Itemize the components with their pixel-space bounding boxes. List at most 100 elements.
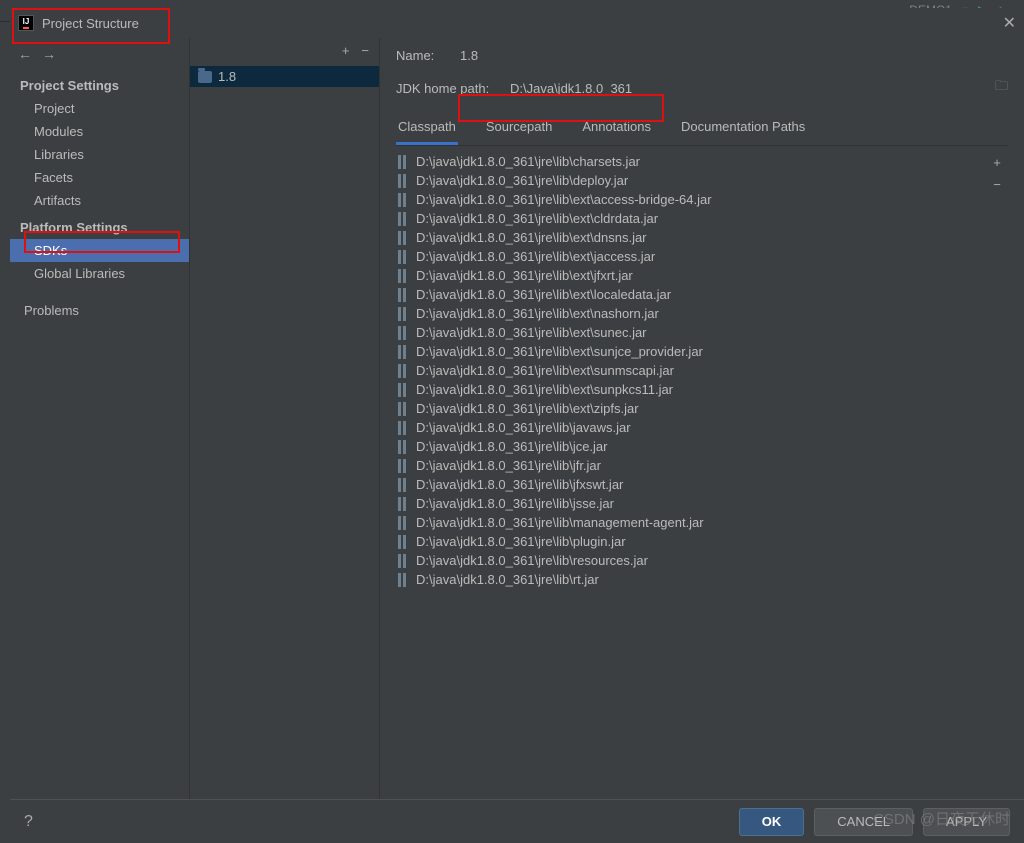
tab-annotations[interactable]: Annotations bbox=[580, 113, 653, 145]
library-icon bbox=[398, 345, 408, 359]
classpath-item[interactable]: D:\java\jdk1.8.0_361\jre\lib\ext\sunec.j… bbox=[396, 323, 986, 342]
classpath-item[interactable]: D:\java\jdk1.8.0_361\jre\lib\jfr.jar bbox=[396, 456, 986, 475]
library-icon bbox=[398, 307, 408, 321]
classpath-remove-icon[interactable]: − bbox=[986, 174, 1008, 196]
sidebar-item-sdks[interactable]: SDKs bbox=[10, 239, 189, 262]
classpath-item-path: D:\java\jdk1.8.0_361\jre\lib\ext\zipfs.j… bbox=[416, 401, 639, 416]
sidebar-heading-project: Project Settings bbox=[10, 70, 189, 97]
sdk-detail-panel: Name: 1.8 JDK home path: D:\Java\jdk1.8.… bbox=[380, 38, 1024, 799]
jdk-home-path-value[interactable]: D:\Java\jdk1.8.0_361 bbox=[510, 81, 632, 96]
classpath-item[interactable]: D:\java\jdk1.8.0_361\jre\lib\jce.jar bbox=[396, 437, 986, 456]
classpath-item-path: D:\java\jdk1.8.0_361\jre\lib\ext\localed… bbox=[416, 287, 671, 302]
classpath-item[interactable]: D:\java\jdk1.8.0_361\jre\lib\rt.jar bbox=[396, 570, 986, 589]
tab-classpath[interactable]: Classpath bbox=[396, 113, 458, 145]
classpath-item-path: D:\java\jdk1.8.0_361\jre\lib\ext\sunjce_… bbox=[416, 344, 703, 359]
sidebar-item-project[interactable]: Project bbox=[10, 97, 189, 120]
classpath-item-path: D:\java\jdk1.8.0_361\jre\lib\ext\access-… bbox=[416, 192, 712, 207]
library-icon bbox=[398, 535, 408, 549]
classpath-item-path: D:\java\jdk1.8.0_361\jre\lib\ext\sunec.j… bbox=[416, 325, 647, 340]
classpath-item-path: D:\java\jdk1.8.0_361\jre\lib\resources.j… bbox=[416, 553, 648, 568]
library-icon bbox=[398, 440, 408, 454]
sidebar: ← → Project Settings Project Modules Lib… bbox=[10, 38, 190, 799]
classpath-item[interactable]: D:\java\jdk1.8.0_361\jre\lib\ext\access-… bbox=[396, 190, 986, 209]
sidebar-item-modules[interactable]: Modules bbox=[10, 120, 189, 143]
library-icon bbox=[398, 573, 408, 587]
library-icon bbox=[398, 364, 408, 378]
remove-sdk-icon[interactable]: − bbox=[361, 43, 369, 58]
classpath-item[interactable]: D:\java\jdk1.8.0_361\jre\lib\ext\sunpkcs… bbox=[396, 380, 986, 399]
classpath-item[interactable]: D:\java\jdk1.8.0_361\jre\lib\jfxswt.jar bbox=[396, 475, 986, 494]
classpath-item[interactable]: D:\java\jdk1.8.0_361\jre\lib\ext\dnsns.j… bbox=[396, 228, 986, 247]
library-icon bbox=[398, 212, 408, 226]
classpath-item[interactable]: D:\java\jdk1.8.0_361\jre\lib\ext\localed… bbox=[396, 285, 986, 304]
library-icon bbox=[398, 288, 408, 302]
sidebar-heading-platform: Platform Settings bbox=[10, 212, 189, 239]
classpath-item[interactable]: D:\java\jdk1.8.0_361\jre\lib\plugin.jar bbox=[396, 532, 986, 551]
library-icon bbox=[398, 250, 408, 264]
classpath-item-path: D:\java\jdk1.8.0_361\jre\lib\management-… bbox=[416, 515, 704, 530]
tab-documentation-paths[interactable]: Documentation Paths bbox=[679, 113, 807, 145]
classpath-item-path: D:\java\jdk1.8.0_361\jre\lib\ext\cldrdat… bbox=[416, 211, 658, 226]
window-title: Project Structure bbox=[42, 16, 139, 31]
classpath-item-path: D:\java\jdk1.8.0_361\jre\lib\ext\sunmsca… bbox=[416, 363, 674, 378]
classpath-item-path: D:\java\jdk1.8.0_361\jre\lib\ext\dnsns.j… bbox=[416, 230, 647, 245]
close-icon[interactable]: ✕ bbox=[1003, 13, 1016, 33]
classpath-item[interactable]: D:\java\jdk1.8.0_361\jre\lib\ext\cldrdat… bbox=[396, 209, 986, 228]
library-icon bbox=[398, 459, 408, 473]
classpath-add-icon[interactable]: + bbox=[986, 152, 1008, 174]
browse-folder-icon[interactable]: 🗀 bbox=[995, 77, 1008, 99]
classpath-item[interactable]: D:\java\jdk1.8.0_361\jre\lib\ext\sunmsca… bbox=[396, 361, 986, 380]
classpath-item[interactable]: D:\java\jdk1.8.0_361\jre\lib\deploy.jar bbox=[396, 171, 986, 190]
library-icon bbox=[398, 516, 408, 530]
classpath-item[interactable]: D:\java\jdk1.8.0_361\jre\lib\ext\jaccess… bbox=[396, 247, 986, 266]
sdk-list-item[interactable]: 1.8 bbox=[190, 66, 379, 87]
classpath-item-path: D:\java\jdk1.8.0_361\jre\lib\jfxswt.jar bbox=[416, 477, 623, 492]
sdk-tabs: Classpath Sourcepath Annotations Documen… bbox=[396, 113, 1008, 146]
classpath-item-path: D:\java\jdk1.8.0_361\jre\lib\deploy.jar bbox=[416, 173, 628, 188]
classpath-item[interactable]: D:\java\jdk1.8.0_361\jre\lib\ext\sunjce_… bbox=[396, 342, 986, 361]
sidebar-item-problems[interactable]: Problems bbox=[10, 299, 189, 322]
forward-icon[interactable]: → bbox=[42, 46, 56, 62]
sidebar-item-global-libraries[interactable]: Global Libraries bbox=[10, 262, 189, 285]
classpath-item[interactable]: D:\java\jdk1.8.0_361\jre\lib\ext\jfxrt.j… bbox=[396, 266, 986, 285]
classpath-item-path: D:\java\jdk1.8.0_361\jre\lib\ext\jfxrt.j… bbox=[416, 268, 633, 283]
classpath-item[interactable]: D:\java\jdk1.8.0_361\jre\lib\jsse.jar bbox=[396, 494, 986, 513]
classpath-item-path: D:\java\jdk1.8.0_361\jre\lib\jfr.jar bbox=[416, 458, 601, 473]
ok-button[interactable]: OK bbox=[739, 808, 805, 836]
cancel-button[interactable]: CANCEL bbox=[814, 808, 913, 836]
library-icon bbox=[398, 478, 408, 492]
sidebar-item-artifacts[interactable]: Artifacts bbox=[10, 189, 189, 212]
add-sdk-icon[interactable]: + bbox=[342, 43, 350, 58]
classpath-item-path: D:\java\jdk1.8.0_361\jre\lib\javaws.jar bbox=[416, 420, 631, 435]
tab-sourcepath[interactable]: Sourcepath bbox=[484, 113, 555, 145]
classpath-item-path: D:\java\jdk1.8.0_361\jre\lib\plugin.jar bbox=[416, 534, 626, 549]
name-value[interactable]: 1.8 bbox=[460, 48, 478, 63]
sidebar-item-facets[interactable]: Facets bbox=[10, 166, 189, 189]
library-icon bbox=[398, 383, 408, 397]
back-icon[interactable]: ← bbox=[18, 46, 32, 62]
library-icon bbox=[398, 497, 408, 511]
library-icon bbox=[398, 155, 408, 169]
titlebar: IJ Project Structure ✕ bbox=[10, 8, 1024, 38]
dialog-button-bar: ? OK CANCEL APPLY bbox=[10, 799, 1024, 843]
folder-icon bbox=[198, 71, 212, 83]
classpath-item[interactable]: D:\java\jdk1.8.0_361\jre\lib\ext\zipfs.j… bbox=[396, 399, 986, 418]
apply-button[interactable]: APPLY bbox=[923, 808, 1010, 836]
name-label: Name: bbox=[396, 48, 448, 63]
library-icon bbox=[398, 193, 408, 207]
library-icon bbox=[398, 269, 408, 283]
help-icon[interactable]: ? bbox=[24, 813, 33, 831]
project-structure-dialog: IJ Project Structure ✕ ← → Project Setti… bbox=[10, 8, 1024, 843]
classpath-item[interactable]: D:\java\jdk1.8.0_361\jre\lib\management-… bbox=[396, 513, 986, 532]
sidebar-item-libraries[interactable]: Libraries bbox=[10, 143, 189, 166]
classpath-item-path: D:\java\jdk1.8.0_361\jre\lib\charsets.ja… bbox=[416, 154, 640, 169]
classpath-item-path: D:\java\jdk1.8.0_361\jre\lib\rt.jar bbox=[416, 572, 599, 587]
classpath-item[interactable]: D:\java\jdk1.8.0_361\jre\lib\javaws.jar bbox=[396, 418, 986, 437]
classpath-item-path: D:\java\jdk1.8.0_361\jre\lib\ext\sunpkcs… bbox=[416, 382, 673, 397]
classpath-list[interactable]: D:\java\jdk1.8.0_361\jre\lib\charsets.ja… bbox=[396, 146, 986, 589]
library-icon bbox=[398, 231, 408, 245]
classpath-item-path: D:\java\jdk1.8.0_361\jre\lib\ext\nashorn… bbox=[416, 306, 659, 321]
classpath-item[interactable]: D:\java\jdk1.8.0_361\jre\lib\resources.j… bbox=[396, 551, 986, 570]
classpath-item[interactable]: D:\java\jdk1.8.0_361\jre\lib\ext\nashorn… bbox=[396, 304, 986, 323]
classpath-item[interactable]: D:\java\jdk1.8.0_361\jre\lib\charsets.ja… bbox=[396, 152, 986, 171]
